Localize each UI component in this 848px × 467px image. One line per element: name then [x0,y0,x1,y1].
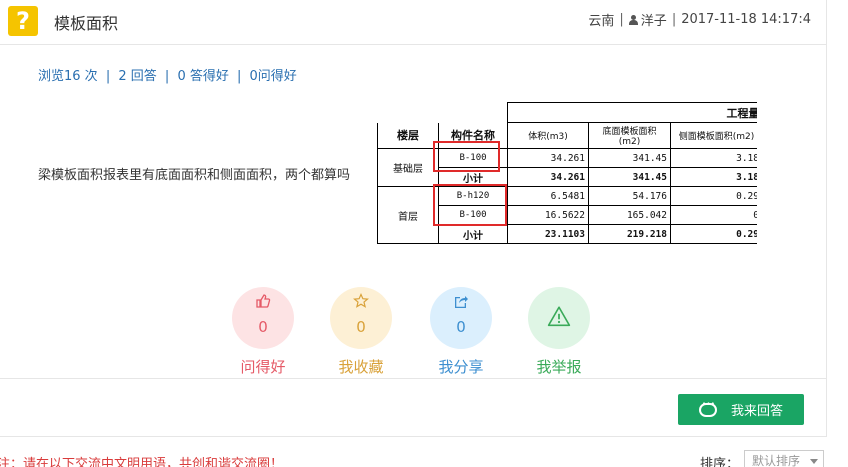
question-body: 梁模板面积报表里有底面面积和侧面面积，两个都算吗 [38,168,351,183]
table-header-volume: 体积(m3) [507,122,589,149]
question-header: ? 模板面积 云南 | 洋子 | 2017-11-18 14:17:4 [0,0,827,45]
table-cell-volume: 23.1103 [507,224,589,244]
table-group-header: 工程量 [507,102,757,123]
table-cell-bottom: 165.042 [588,205,671,225]
post-timestamp: 2017-11-18 14:17:4 [681,12,811,27]
favorite-count: 0 [356,318,366,336]
page-title: 模板面积 [54,14,119,33]
chevron-down-icon [810,459,818,464]
question-mark-icon: ? [8,6,38,36]
table-cell-volume: 16.5622 [507,205,589,225]
star-icon [353,293,369,308]
table-cell-floor: 基础层 [377,148,439,187]
sort-selected-value: 默认排序 [752,454,801,467]
stats-separator: | [236,69,242,84]
share-button[interactable]: 0 我分享 [430,287,492,377]
good-answer-count: 0 答得好 [177,69,229,84]
like-button[interactable]: 0 问得好 [232,287,294,377]
favorite-label: 我收藏 [338,358,384,376]
table-cell-side: 3.18 [670,148,757,168]
like-count: 0 [258,318,268,336]
chat-icon [698,400,717,417]
section-divider [0,378,827,379]
report-button[interactable]: 我举报 [528,287,590,377]
good-question-count: 0问得好 [249,69,297,84]
view-count: 浏览16 次 [38,69,98,84]
table-cell-bottom: 54.176 [588,186,671,206]
table-cell-side: 0.29 [670,186,757,206]
table-header-floor: 楼层 [377,122,439,149]
question-card: ? 模板面积 云南 | 洋子 | 2017-11-18 14:17:4 浏览16… [0,0,827,437]
action-bar: 0 问得好 0 我收藏 0 我分享 我举报 [232,287,592,377]
table-header-side: 侧面模板面积(m2) [670,122,757,149]
table-cell-bottom: 219.218 [588,224,671,244]
question-stats: 浏览16 次 | 2 回答 | 0 答得好 | 0问得好 [38,65,297,84]
share-circle: 0 [430,287,492,349]
warning-icon [547,306,571,327]
table-cell-side: 0 [670,205,757,225]
highlight-box [433,141,500,172]
table-cell-side: 3.18 [670,167,757,187]
report-circle [528,287,590,349]
table-cell-name: 小计 [438,224,508,244]
table-cell-bottom: 341.45 [588,148,671,168]
like-circle: 0 [232,287,294,349]
sort-select[interactable]: 默认排序 [744,450,824,467]
like-label: 问得好 [240,358,286,376]
civility-notice: 注：请在以下交流中文明用语，共创和谐交流圈！ [0,457,284,467]
table-header-bottom: 底面模板面积(m2) [588,122,671,149]
table-cell-bottom: 341.45 [588,167,671,187]
stats-separator: | [105,69,111,84]
question-meta: 云南 | 洋子 | 2017-11-18 14:17:4 [588,10,811,29]
answer-count: 2 回答 [118,69,157,84]
table-cell-floor: 首层 [377,186,439,244]
share-count: 0 [456,318,466,336]
user-icon [628,14,638,25]
table-cell-volume: 34.261 [507,148,589,168]
stats-separator: | [164,69,170,84]
report-label: 我举报 [536,358,582,376]
table-cell-side: 0.29 [670,224,757,244]
favorite-button[interactable]: 0 我收藏 [330,287,392,377]
table-cell-volume: 6.5481 [507,186,589,206]
author-link[interactable]: 洋子 [641,10,667,29]
answer-button-label: 我来回答 [730,404,783,419]
answer-button[interactable]: 我来回答 [678,394,804,425]
share-icon [455,296,468,308]
thumbs-up-icon [256,294,271,308]
meta-separator: | [619,12,624,27]
share-label: 我分享 [438,358,484,376]
favorite-circle: 0 [330,287,392,349]
meta-separator: | [671,12,677,27]
location-label: 云南 [588,14,615,29]
sort-label: 排序： [700,457,740,467]
table-cell-volume: 34.261 [507,167,589,187]
attached-table-image[interactable]: 工程量 楼层 构件名称 体积(m3) 底面模板面积(m2) 侧面模板面积(m2)… [377,96,757,249]
highlight-box [433,184,507,226]
